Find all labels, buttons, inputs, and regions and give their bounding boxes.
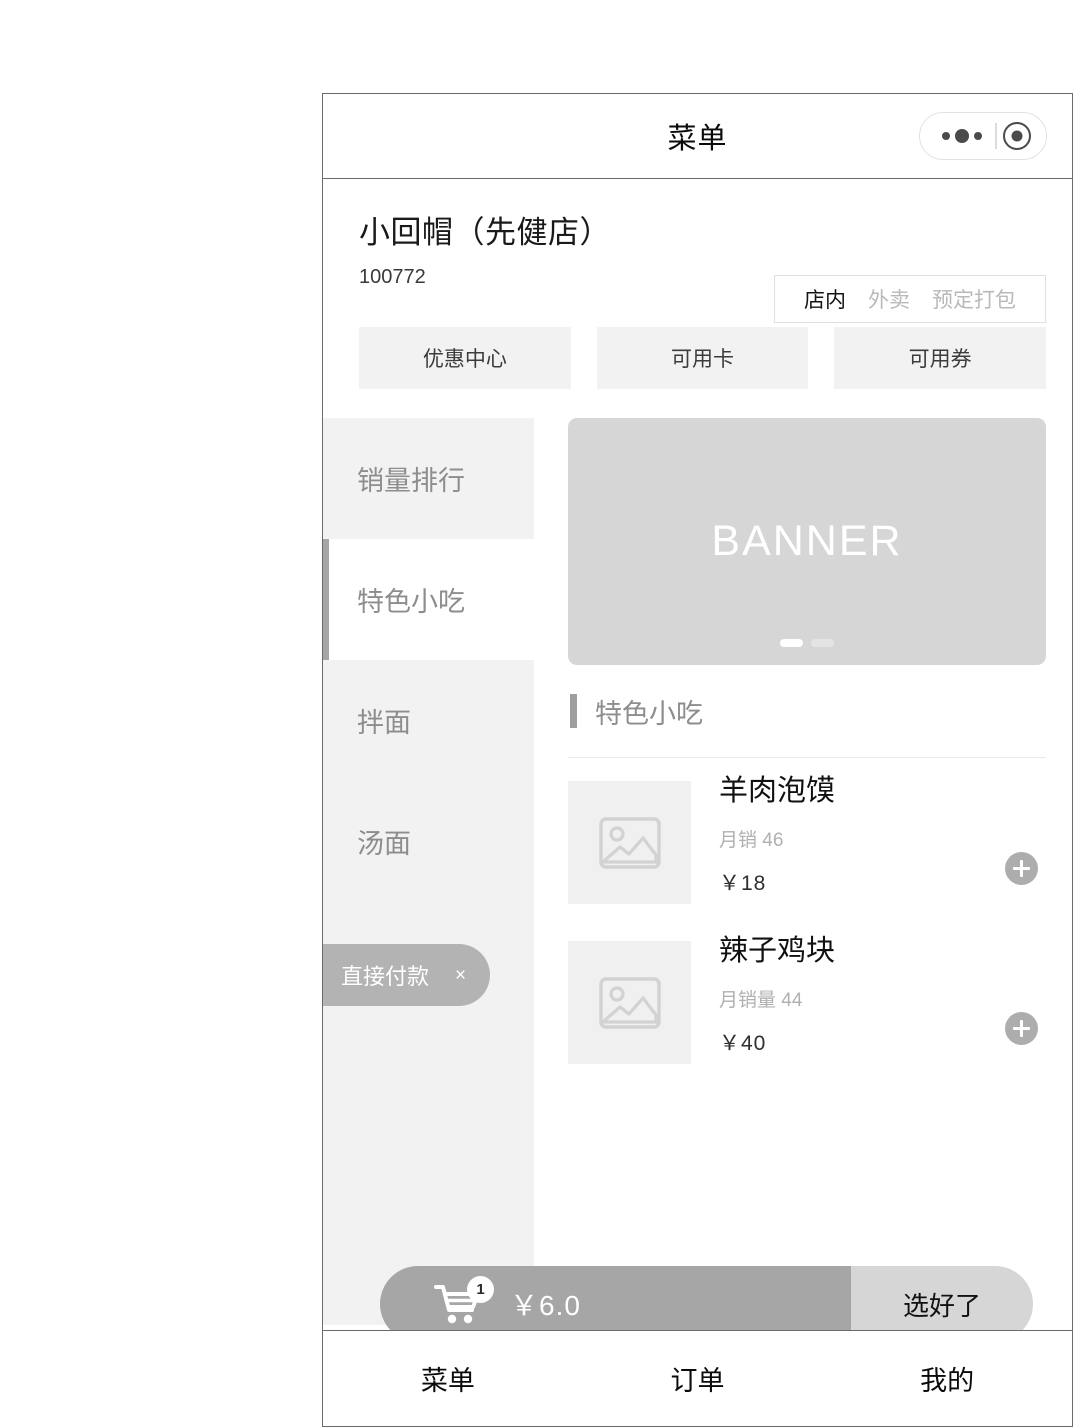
tab-menu[interactable]: 菜单 (323, 1359, 573, 1398)
banner-pagination-dots (780, 639, 834, 647)
promo-banner[interactable]: BANNER (568, 418, 1046, 665)
promo-button-row: 优惠中心 可用卡 可用券 (323, 327, 1072, 389)
shop-name: 小回帽（先健店） (359, 215, 611, 250)
cart-total-amount: ￥6.0 (510, 1290, 581, 1321)
image-placeholder-icon (598, 976, 661, 1029)
product-row[interactable]: 辣子鸡块 月销量 44 ￥40 (568, 935, 1046, 1096)
navigation-bar: 菜单 (323, 94, 1072, 179)
product-price: ￥40 (719, 1032, 767, 1056)
product-thumbnail (568, 781, 691, 905)
bottom-tab-bar: 菜单 订单 我的 (323, 1330, 1072, 1427)
product-info: 辣子鸡块 月销量 44 ￥40 (691, 935, 1046, 1057)
banner-dot-2[interactable] (811, 639, 834, 647)
product-list: 羊肉泡馍 月销 46 ￥18 辣子鸡块 月销量 44 ￥40 (568, 758, 1046, 1096)
cart-badge: 1 (467, 1276, 494, 1303)
section-title-label: 特色小吃 (595, 698, 703, 729)
available-coupons-button[interactable]: 可用券 (834, 327, 1047, 389)
sidebar-item-mixed-noodles[interactable]: 拌面 (323, 660, 534, 781)
product-monthly-sales: 月销量 44 (719, 990, 803, 1012)
mini-program-frame: 菜单 小回帽（先健店） 100772 店内 外卖 预定打包 优惠中心 可用卡 可… (322, 93, 1073, 1427)
tab-profile[interactable]: 我的 (822, 1359, 1072, 1398)
add-to-cart-icon[interactable] (1005, 852, 1038, 886)
image-placeholder-icon (598, 816, 661, 869)
capsule-target-icon[interactable] (1002, 122, 1031, 150)
category-sidebar: 销量排行 特色小吃 拌面 汤面 (323, 418, 534, 1325)
close-icon[interactable]: × (455, 966, 466, 985)
product-info: 羊肉泡馍 月销 46 ￥18 (691, 775, 1046, 897)
more-dots-icon[interactable] (935, 129, 989, 143)
sidebar-item-specialty-snacks[interactable]: 特色小吃 (323, 539, 534, 660)
section-header: 特色小吃 (568, 665, 1046, 757)
tab-orders[interactable]: 订单 (573, 1359, 823, 1398)
menu-body: 销量排行 特色小吃 拌面 汤面 直接付款 × BANNER 特色小吃 羊肉泡馍 … (323, 418, 1072, 1325)
section-accent-bar (570, 694, 577, 728)
capsule-divider (995, 123, 997, 149)
available-cards-button[interactable]: 可用卡 (596, 327, 809, 389)
direct-pay-label: 直接付款 (341, 964, 430, 989)
product-name: 辣子鸡块 (719, 935, 836, 968)
sidebar-item-soup-noodles[interactable]: 汤面 (323, 781, 534, 902)
order-mode-switch[interactable]: 店内 外卖 预定打包 (774, 275, 1046, 323)
product-thumbnail (568, 941, 691, 1065)
page-title: 菜单 (667, 123, 728, 155)
menu-content: BANNER 特色小吃 羊肉泡馍 月销 46 ￥18 辣子鸡块 月销量 44 ￥… (534, 418, 1072, 1325)
mode-takeout[interactable]: 外卖 (857, 284, 921, 314)
direct-pay-pill[interactable]: 直接付款 × (323, 944, 491, 1006)
product-price: ￥18 (719, 872, 767, 896)
wechat-capsule-button[interactable] (919, 112, 1047, 160)
cart-icon[interactable]: 1 (434, 1276, 494, 1325)
product-monthly-sales: 月销 46 (719, 830, 784, 852)
product-name: 羊肉泡馍 (719, 775, 836, 808)
add-to-cart-icon[interactable] (1005, 1012, 1038, 1046)
shop-header: 小回帽（先健店） 100772 店内 外卖 预定打包 (323, 179, 1072, 323)
mode-dine-in[interactable]: 店内 (793, 284, 857, 314)
sidebar-item-sales-ranking[interactable]: 销量排行 (323, 418, 534, 539)
product-row[interactable]: 羊肉泡馍 月销 46 ￥18 (568, 775, 1046, 936)
mode-reserve-packing[interactable]: 预定打包 (921, 284, 1027, 314)
banner-dot-1[interactable] (780, 639, 803, 647)
promo-center-button[interactable]: 优惠中心 (359, 327, 571, 389)
banner-placeholder-text: BANNER (711, 517, 903, 565)
screenshot-canvas: 菜单 小回帽（先健店） 100772 店内 外卖 预定打包 优惠中心 可用卡 可… (0, 0, 1075, 1428)
